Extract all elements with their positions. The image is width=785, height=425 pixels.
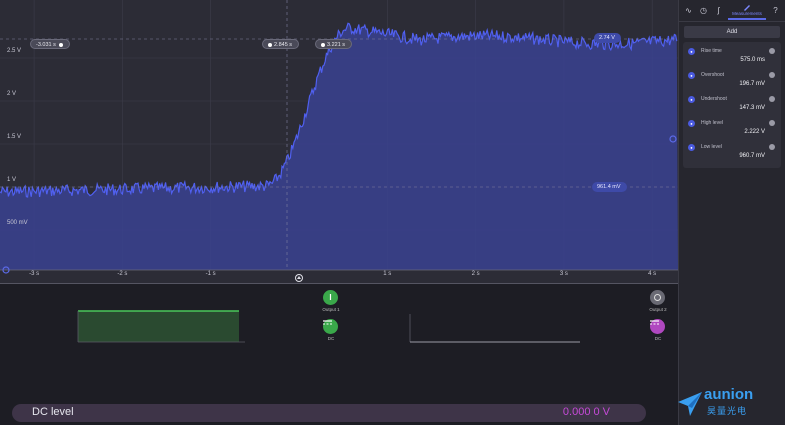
measurement-name: High level (701, 120, 723, 126)
remove-icon[interactable] (769, 144, 775, 150)
cursor-left-readout[interactable]: -3.031 s (30, 39, 71, 49)
cursor-mid1-readout[interactable]: 2.845 s (262, 39, 300, 49)
cursor-mid2-readout[interactable]: 3.221 s (315, 39, 353, 49)
measurement-list: ● Rise time 575.0 ms ● Overshoot 196.7 m… (683, 42, 781, 168)
output-preview-canvas (77, 310, 580, 343)
dc-level-control[interactable]: DC level 0.000 0 V (12, 404, 646, 422)
cursor-handle-icon (268, 42, 272, 47)
help-icon[interactable]: ? (770, 5, 781, 16)
trigger-marker-icon[interactable] (295, 274, 303, 282)
x-axis-label: -2 s (117, 271, 128, 277)
channel-badge-icon: ● (688, 120, 695, 127)
cursor-handle-icon (59, 42, 64, 47)
cursor-mid2-value: 3.221 s (327, 42, 346, 48)
output1-dc-button[interactable] (323, 319, 338, 334)
x-axis-label: 2 s (471, 271, 480, 277)
x-axis-label: -1 s (205, 271, 216, 277)
channel-badge-icon: ● (688, 144, 695, 151)
measurement-name: Rise time (701, 48, 722, 54)
add-measurement-button[interactable]: Add (684, 26, 780, 38)
x-axis-label: 1 s (383, 271, 392, 277)
x-axis-label: -3 s (29, 271, 40, 277)
oscilloscope-plot[interactable]: 2.5 V 2 V 1.5 V 1 V 500 mV -3 s -2 s -1 s 1 s 2 … (0, 0, 678, 283)
measurement-value: 575.0 ms (740, 57, 765, 63)
dc-level-value[interactable]: 0.000 0 V (563, 406, 610, 418)
measurement-value: 147.3 mV (739, 105, 765, 111)
measurement-value: 2.222 V (744, 129, 765, 135)
measurement-name: Overshoot (701, 72, 725, 78)
measurement-name: Undershoot (701, 96, 727, 102)
waveform-icon[interactable]: ∿ (683, 5, 694, 16)
measurement-overshoot[interactable]: ● Overshoot 196.7 mV (683, 68, 781, 92)
high-level-marker-value: 2.74 V (599, 35, 615, 41)
y-axis-label: 500 mV (7, 220, 28, 226)
y-axis-label: 1.5 V (7, 134, 22, 140)
measurement-name: Low level (701, 144, 722, 150)
logo-subtitle: 昊量光电 (707, 406, 748, 416)
logo-name: aunion (704, 386, 754, 403)
logo-mark-icon (678, 392, 702, 416)
function-icon[interactable]: ʃ (713, 5, 724, 16)
tab-measurements-label: Measurements (732, 10, 762, 16)
output1-label: Output 1 (322, 307, 340, 312)
cursor-handle-icon (321, 42, 325, 47)
channel-badge-icon: ● (688, 72, 695, 79)
output1-toggle-button[interactable]: I (323, 290, 338, 305)
pencil-icon (744, 4, 750, 11)
power-off-icon (654, 294, 661, 301)
measurement-value: 960.7 mV (739, 153, 765, 159)
output1-mode-label: DC (327, 336, 335, 341)
waveform-fill (0, 23, 678, 270)
panel-toolbar: ∿ ◷ ʃ Measurements ? (679, 0, 785, 22)
x-axis-label: 3 s (559, 271, 568, 277)
power-icon: I (329, 293, 332, 302)
cursor-mid1-value: 2.845 s (274, 42, 293, 48)
dc-level-label: DC level (32, 406, 74, 418)
output2-label: Output 2 (649, 307, 667, 312)
clock-icon[interactable]: ◷ (698, 5, 709, 16)
y-axis-label: 2.5 V (7, 48, 22, 54)
remove-icon[interactable] (769, 48, 775, 54)
output1-preview-fill (78, 311, 239, 342)
high-level-marker[interactable]: 2.74 V (594, 33, 621, 43)
y-axis-label: 1 V (7, 177, 17, 183)
x-axis-label: 4 s (648, 271, 657, 277)
cursor-left-value: -3.031 s (36, 42, 56, 48)
remove-icon[interactable] (769, 96, 775, 102)
tab-measurements[interactable]: Measurements (728, 2, 766, 20)
measurements-panel: ∿ ◷ ʃ Measurements ? Add ● Rise time 575… (678, 0, 785, 425)
channel-badge-icon: ● (688, 96, 695, 103)
output2-toggle-button[interactable] (650, 290, 665, 305)
low-level-marker[interactable]: 961.4 mV (592, 182, 627, 192)
measurement-high-level[interactable]: ● High level 2.222 V (683, 116, 781, 140)
remove-icon[interactable] (769, 120, 775, 126)
dc-icon (650, 320, 659, 325)
measurement-undershoot[interactable]: ● Undershoot 147.3 mV (683, 92, 781, 116)
dc-icon (323, 320, 332, 325)
channel-badge-icon: ● (688, 48, 695, 55)
measurement-rise-time[interactable]: ● Rise time 575.0 ms (683, 44, 781, 68)
remove-icon[interactable] (769, 72, 775, 78)
low-level-marker-value: 961.4 mV (597, 184, 621, 190)
measurement-value: 196.7 mV (739, 81, 765, 87)
output2-dc-button[interactable] (650, 319, 665, 334)
company-logo: aunion 昊量光电 (676, 386, 781, 420)
y-axis-label: 2 V (7, 91, 17, 97)
output2-mode-label: DC (654, 336, 662, 341)
measurement-low-level[interactable]: ● Low level 960.7 mV (683, 140, 781, 164)
